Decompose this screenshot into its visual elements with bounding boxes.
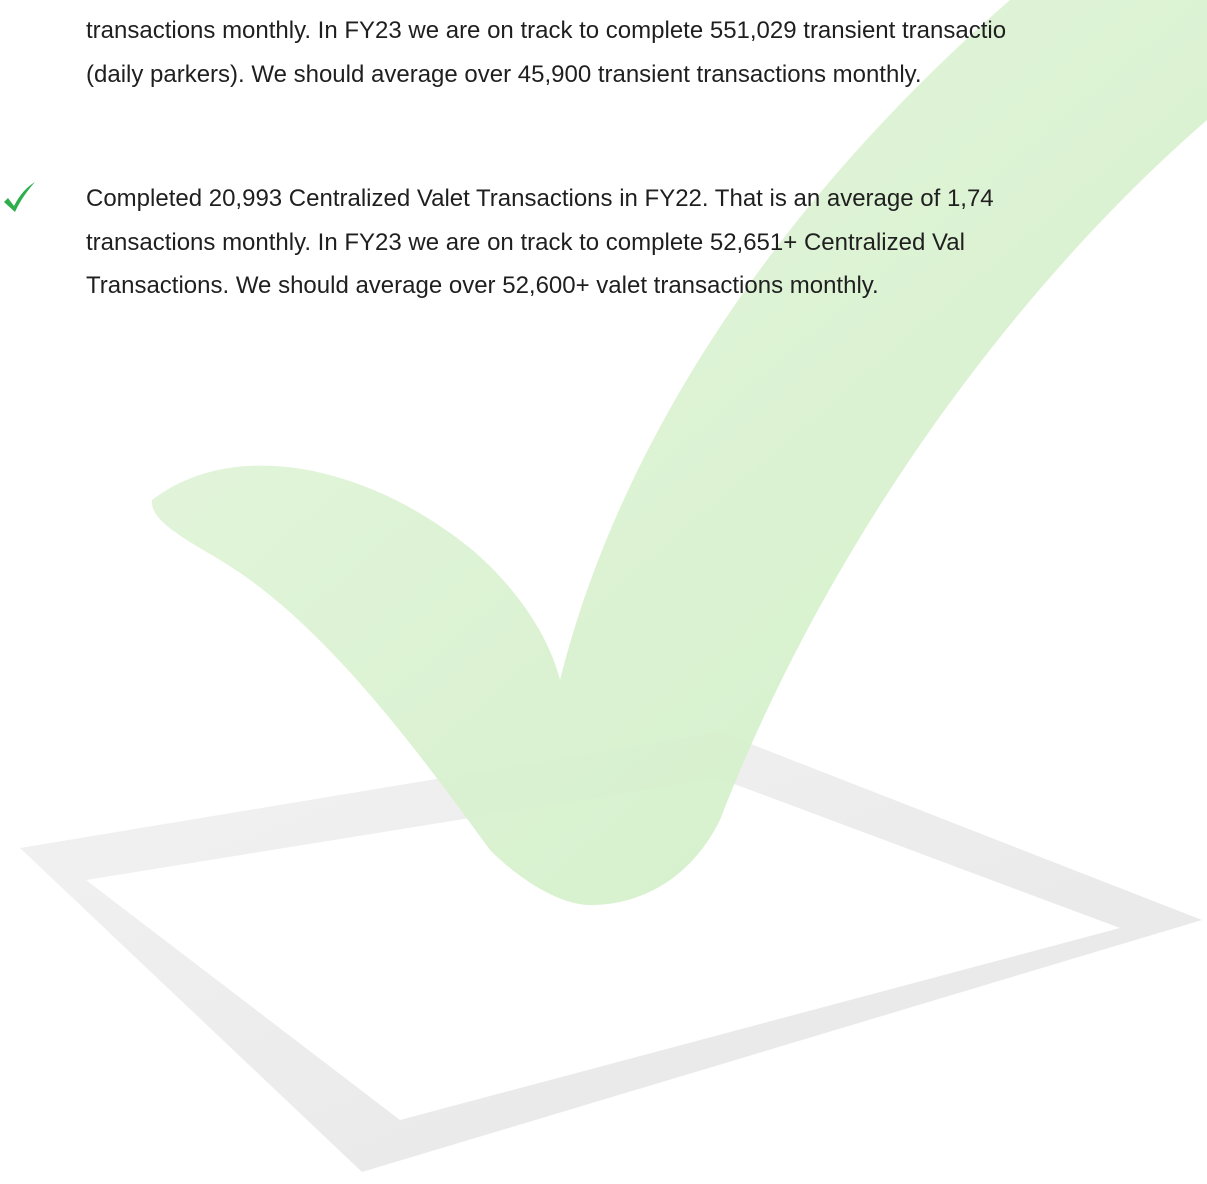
paragraph-2-line-1: Completed 20,993 Centralized Valet Trans… <box>86 185 994 212</box>
paragraph-2-line-2: transactions monthly. In FY23 we are on … <box>86 229 965 256</box>
checkbox-watermark-icon <box>20 0 1207 1172</box>
paragraph-1-line-2: (daily parkers). We should average over … <box>86 61 922 88</box>
paragraph-1-line-1: transactions monthly. In FY23 we are on … <box>86 17 1007 44</box>
checkmark-watermark-shape <box>151 0 1207 905</box>
document-page: transactions monthly. In FY23 we are on … <box>0 0 1207 1184</box>
green-checkmark-icon <box>4 182 35 212</box>
paragraph-2-line-3: Transactions. We should average over 52,… <box>86 272 879 299</box>
